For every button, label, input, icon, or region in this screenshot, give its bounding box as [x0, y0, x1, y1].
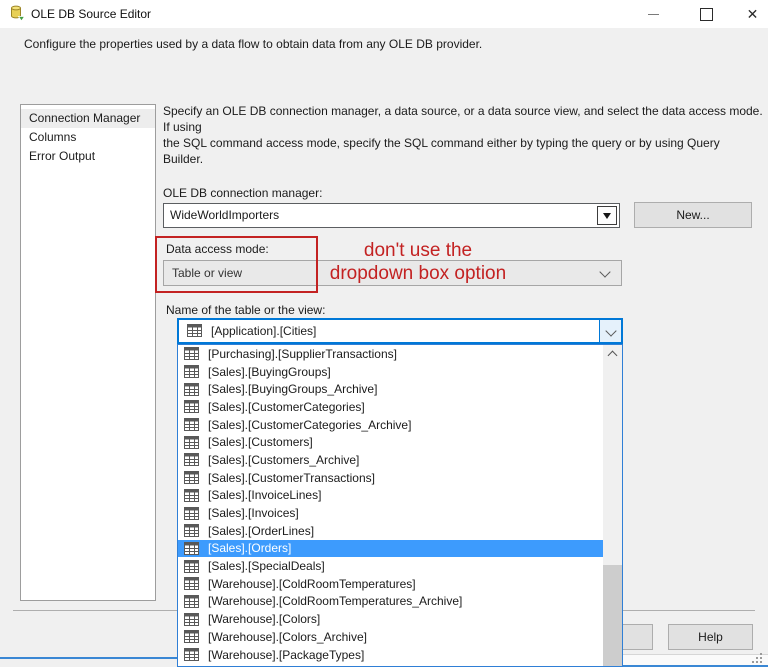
new-connection-button[interactable]: New...	[634, 202, 752, 228]
dropdown-item[interactable]: [Sales].[Customers]	[178, 433, 603, 451]
connection-manager-combobox[interactable]: WideWorldImporters	[163, 203, 620, 228]
dropdown-item-label: [Sales].[CustomerTransactions]	[208, 470, 375, 485]
triangle-down-icon	[603, 212, 611, 219]
dropdown-item-label: [Sales].[BuyingGroups]	[208, 364, 331, 379]
table-icon	[187, 324, 202, 342]
table-name-label: Name of the table or the view:	[166, 303, 326, 317]
dropdown-item[interactable]: [Sales].[Invoices]	[178, 504, 603, 522]
table-icon	[184, 418, 199, 432]
scrollbar-thumb[interactable]	[603, 565, 622, 666]
dropdown-item-label: [Sales].[Customers_Archive]	[208, 452, 360, 467]
table-icon	[184, 488, 199, 502]
connection-manager-label: OLE DB connection manager:	[163, 186, 323, 200]
close-icon: ✕	[746, 6, 759, 22]
dropdown-item-label: [Sales].[InvoiceLines]	[208, 488, 322, 503]
dropdown-item-label: [Sales].[SpecialDeals]	[208, 559, 325, 574]
dropdown-item[interactable]: [Sales].[Customers_Archive]	[178, 451, 603, 469]
dropdown-item-label: [Warehouse].[ColdRoomTemperatures_Archiv…	[208, 594, 463, 609]
table-icon	[184, 400, 199, 414]
table-icon	[184, 524, 199, 538]
table-icon	[184, 648, 199, 662]
dropdown-item-label: [Warehouse].[PackageTypes]	[208, 647, 365, 662]
connection-manager-value: WideWorldImporters	[170, 208, 280, 222]
dropdown-item[interactable]: [Sales].[InvoiceLines]	[178, 487, 603, 505]
scroll-up-button[interactable]	[603, 345, 622, 362]
table-icon	[184, 435, 199, 449]
dropdown-item[interactable]: [Purchasing].[SupplierTransactions]	[178, 345, 603, 363]
ole-db-source-editor-dialog: OLE DB Source Editor ✕ Configure the pro…	[0, 0, 768, 667]
dropdown-item[interactable]: [Sales].[SpecialDeals]	[178, 557, 603, 575]
dropdown-item[interactable]: [Sales].[Orders]	[178, 539, 603, 558]
table-icon	[184, 577, 199, 591]
dropdown-item-label: [Warehouse].[Colors]	[208, 612, 321, 627]
sidebar-item-connection-manager[interactable]: Connection Manager	[21, 109, 155, 128]
table-dropdown-popup: [Purchasing].[SupplierTransactions] [Sal…	[177, 344, 623, 667]
database-icon	[9, 5, 26, 22]
dropdown-item-label: [Sales].[OrderLines]	[208, 523, 315, 538]
instructions-line2: the SQL command access mode, specify the…	[163, 136, 720, 166]
pages-list: Connection Manager Columns Error Output	[20, 104, 156, 601]
chevron-up-icon	[607, 350, 618, 360]
sidebar-item-columns[interactable]: Columns	[21, 128, 155, 147]
dropdown-scrollbar[interactable]	[603, 345, 622, 666]
dropdown-item-label: [Sales].[CustomerCategories_Archive]	[208, 417, 412, 432]
dropdown-item[interactable]: [Sales].[BuyingGroups]	[178, 363, 603, 381]
table-icon	[184, 471, 199, 485]
dropdown-item[interactable]: [Sales].[OrderLines]	[178, 522, 603, 540]
table-icon	[184, 559, 199, 573]
dialog-description: Configure the properties used by a data …	[24, 37, 483, 51]
table-icon	[184, 506, 199, 520]
chevron-down-icon	[599, 266, 611, 278]
dropdown-item[interactable]: [Warehouse].[Colors_Archive]	[178, 628, 603, 646]
connection-manager-dropdown-button[interactable]	[597, 206, 617, 225]
table-name-dropdown-button[interactable]	[599, 320, 621, 342]
table-icon	[184, 594, 199, 608]
window-title: OLE DB Source Editor	[31, 7, 152, 21]
dropdown-item-label: [Sales].[Invoices]	[208, 506, 299, 521]
table-dropdown-list: [Purchasing].[SupplierTransactions] [Sal…	[178, 345, 603, 666]
table-name-combobox[interactable]: [Application].[Cities]	[177, 318, 623, 344]
dropdown-item[interactable]: [Warehouse].[PackageTypes]	[178, 646, 603, 664]
window-edge	[0, 657, 177, 659]
dropdown-item-label: [Sales].[Customers]	[208, 435, 313, 450]
dropdown-item-label: [Sales].[Orders]	[208, 541, 292, 556]
dropdown-item[interactable]: [Sales].[CustomerCategories]	[178, 398, 603, 416]
dropdown-item[interactable]: [Sales].[CustomerTransactions]	[178, 469, 603, 487]
dropdown-item[interactable]: [Warehouse].[Colors]	[178, 610, 603, 628]
dropdown-item-label: [Sales].[BuyingGroups_Archive]	[208, 382, 378, 397]
dropdown-item-label: [Purchasing].[SupplierTransactions]	[208, 346, 397, 361]
dropdown-item[interactable]: [Sales].[CustomerCategories_Archive]	[178, 416, 603, 434]
table-icon	[184, 630, 199, 644]
dropdown-item-label: [Warehouse].[ColdRoomTemperatures]	[208, 576, 416, 591]
maximize-button[interactable]	[684, 0, 729, 28]
instructions-text: Specify an OLE DB connection manager, a …	[163, 103, 763, 167]
maximize-icon	[700, 7, 713, 21]
table-icon	[184, 612, 199, 626]
table-icon	[184, 347, 199, 361]
sidebar-item-error-output[interactable]: Error Output	[21, 147, 155, 166]
title-bar[interactable]: OLE DB Source Editor ✕	[0, 0, 768, 28]
close-button[interactable]: ✕	[730, 0, 768, 28]
annotation-line1: don't use the	[363, 240, 473, 261]
help-button[interactable]: Help	[668, 624, 753, 650]
dropdown-item-label: [Sales].[CustomerCategories]	[208, 399, 365, 414]
table-icon	[184, 541, 199, 555]
resize-grip[interactable]	[752, 653, 754, 655]
dropdown-item[interactable]: [Warehouse].[ColdRoomTemperatures]	[178, 575, 603, 593]
minimize-button[interactable]	[631, 0, 676, 28]
table-icon	[184, 382, 199, 396]
chevron-down-icon	[604, 325, 617, 337]
dropdown-item-label: [Warehouse].[Colors_Archive]	[208, 629, 367, 644]
dropdown-item[interactable]: [Sales].[BuyingGroups_Archive]	[178, 380, 603, 398]
annotation-text: don't use the dropdown box option	[316, 239, 520, 285]
annotation-line2: dropdown box option	[329, 263, 507, 284]
minimize-icon	[648, 13, 659, 15]
instructions-line1: Specify an OLE DB connection manager, a …	[163, 104, 763, 134]
dropdown-item[interactable]: [Warehouse].[ColdRoomTemperatures_Archiv…	[178, 593, 603, 611]
table-name-value: [Application].[Cities]	[211, 324, 317, 338]
annotation-rectangle	[155, 236, 318, 293]
table-icon	[184, 365, 199, 379]
table-icon	[184, 453, 199, 467]
